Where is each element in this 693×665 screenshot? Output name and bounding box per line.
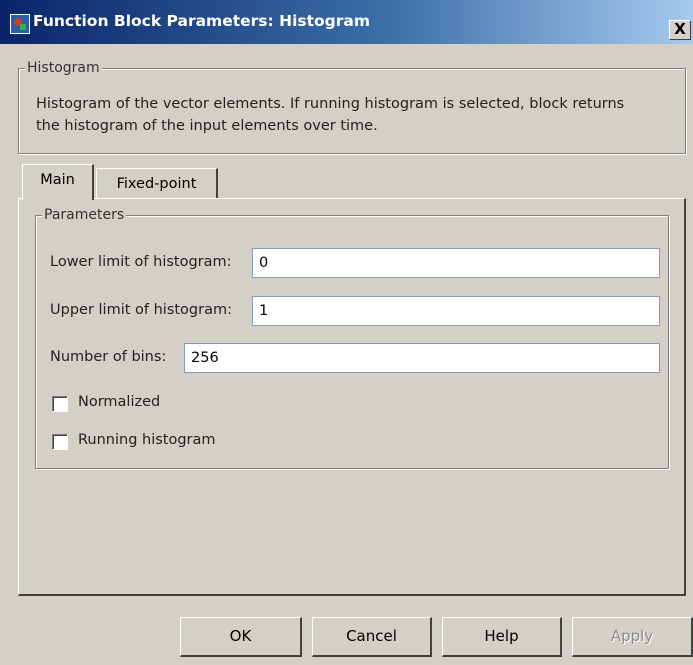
cancel-button[interactable]: Cancel — [312, 617, 432, 657]
apply-button[interactable]: Apply — [572, 617, 693, 657]
lower-limit-input[interactable]: 0 — [252, 248, 660, 278]
running-histogram-label[interactable]: Running histogram — [78, 432, 216, 448]
main-tab-panel: Parameters Lower limit of histogram: 0 U… — [18, 198, 686, 596]
normalized-label[interactable]: Normalized — [78, 394, 160, 410]
close-button[interactable]: X — [669, 20, 691, 40]
parameters-group: Parameters Lower limit of histogram: 0 U… — [35, 206, 669, 469]
description-group-legend: Histogram — [25, 59, 102, 77]
simulink-block-icon — [10, 14, 30, 34]
lower-limit-label: Lower limit of histogram: — [50, 254, 232, 270]
normalized-checkbox[interactable] — [52, 396, 68, 412]
upper-limit-label: Upper limit of histogram: — [50, 302, 232, 318]
tab-fixed-point[interactable]: Fixed-point — [96, 168, 218, 198]
description-group: Histogram Histogram of the vector elemen… — [18, 59, 686, 154]
ok-button[interactable]: OK — [180, 617, 302, 657]
num-bins-label: Number of bins: — [50, 349, 167, 365]
description-line-2: the histogram of the input elements over… — [36, 118, 378, 134]
running-histogram-checkbox[interactable] — [52, 434, 68, 450]
parameters-group-legend: Parameters — [42, 206, 127, 224]
block-description: Histogram of the vector elements. If run… — [36, 93, 676, 137]
upper-limit-input[interactable]: 1 — [252, 296, 660, 326]
description-line-1: Histogram of the vector elements. If run… — [36, 96, 625, 112]
help-button[interactable]: Help — [442, 617, 562, 657]
num-bins-input[interactable]: 256 — [184, 343, 660, 373]
title-bar[interactable]: Function Block Parameters: Histogram X — [0, 0, 693, 46]
tab-main[interactable]: Main — [22, 164, 94, 200]
window-title: Function Block Parameters: Histogram — [33, 12, 371, 30]
